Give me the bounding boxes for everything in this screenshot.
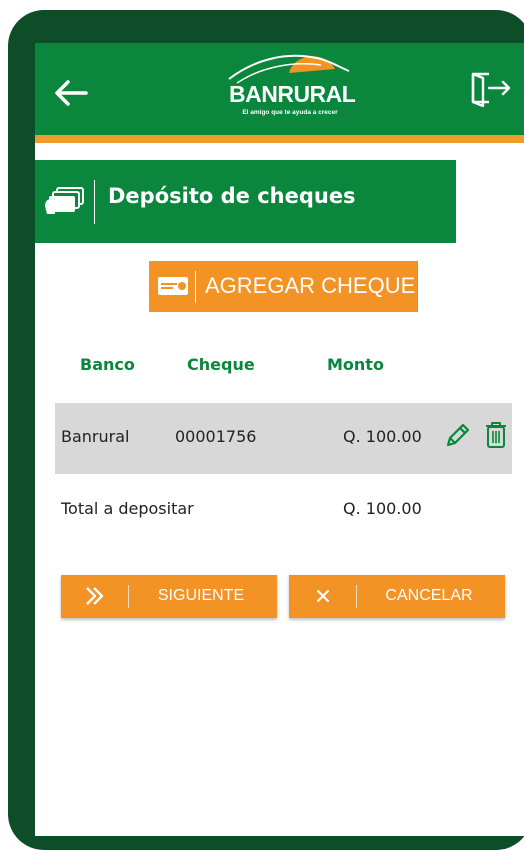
button-divider bbox=[128, 585, 129, 608]
app-header: BANRURAL El amigo que te ayuda a crecer bbox=[35, 43, 524, 135]
cheque-icon bbox=[45, 187, 84, 214]
section-divider bbox=[94, 180, 95, 224]
logout-button[interactable] bbox=[465, 65, 515, 111]
cheque-card-icon bbox=[158, 277, 188, 295]
total-value: Q. 100.00 bbox=[343, 499, 422, 518]
cell-bank: Banrural bbox=[61, 427, 130, 446]
add-cheque-label: AGREGAR CHEQUE bbox=[205, 273, 416, 298]
total-label: Total a depositar bbox=[61, 499, 194, 518]
cancel-label: CANCELAR bbox=[385, 587, 473, 604]
table-row: Banrural 00001756 Q. 100.00 bbox=[55, 403, 512, 474]
column-header-bank: Banco bbox=[80, 355, 135, 374]
button-divider bbox=[356, 585, 357, 608]
app-screen: BANRURAL El amigo que te ayuda a crecer bbox=[35, 43, 524, 836]
device-frame: BANRURAL El amigo que te ayuda a crecer bbox=[8, 10, 524, 850]
cell-amount: Q. 100.00 bbox=[343, 427, 422, 446]
banrural-logo: BANRURAL El amigo que te ayuda a crecer bbox=[215, 49, 356, 129]
cancel-button[interactable]: CANCELAR bbox=[289, 575, 505, 618]
arrow-left-icon bbox=[55, 80, 88, 106]
header-accent-stripe bbox=[35, 135, 524, 143]
double-chevron-right-icon bbox=[75, 583, 115, 609]
cell-cheque: 00001756 bbox=[175, 427, 257, 446]
back-button[interactable] bbox=[51, 73, 91, 113]
next-button[interactable]: SIGUIENTE bbox=[61, 575, 277, 618]
button-divider bbox=[195, 271, 196, 303]
page-background: BANRURAL El amigo que te ayuda a crecer bbox=[0, 0, 524, 850]
column-header-cheque: Cheque bbox=[187, 355, 255, 374]
page-title: Depósito de cheques bbox=[108, 184, 356, 208]
next-label: SIGUIENTE bbox=[157, 587, 245, 604]
logo-tagline: El amigo que te ayuda a crecer bbox=[242, 109, 338, 116]
column-header-amount: Monto bbox=[327, 355, 384, 374]
logo-name: BANRURAL bbox=[229, 81, 356, 107]
logout-icon bbox=[471, 72, 511, 108]
delete-icon[interactable] bbox=[483, 420, 509, 450]
close-icon bbox=[303, 583, 343, 609]
section-header: Depósito de cheques bbox=[35, 160, 456, 243]
edit-icon[interactable] bbox=[443, 420, 473, 450]
add-cheque-button[interactable]: AGREGAR CHEQUE bbox=[149, 261, 418, 312]
